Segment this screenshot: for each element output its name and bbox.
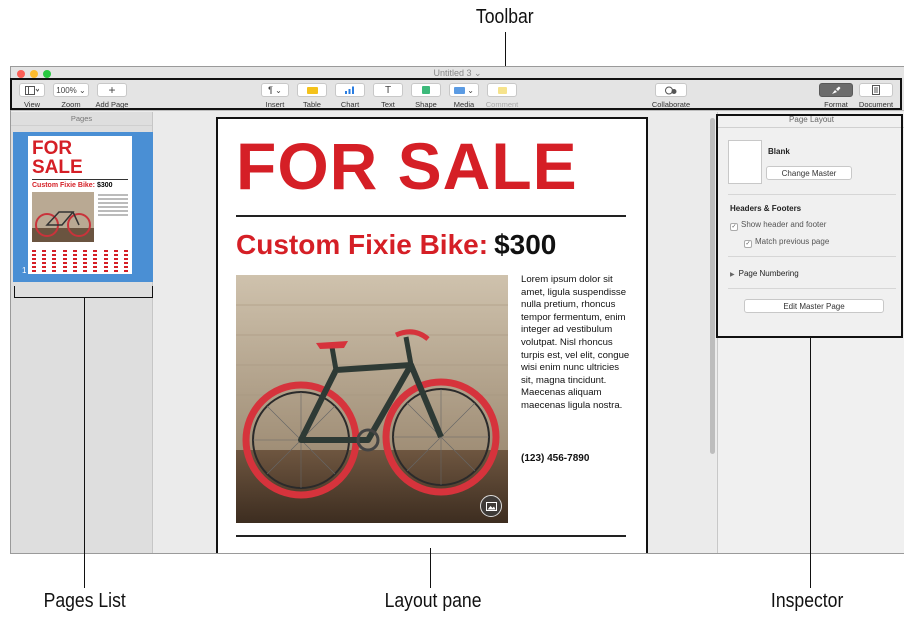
phone-number[interactable]: (123) 456-7890 (521, 453, 589, 464)
title-bar: Untitled 3 ⌄ (11, 67, 904, 81)
add-page-button[interactable]: + (97, 83, 127, 97)
master-name: Blank (768, 147, 790, 156)
page-thumbnail[interactable]: FOR SALE Custom Fixie Bike: $300 (28, 136, 132, 274)
media-button[interactable]: ⌄ (449, 83, 479, 97)
zoom-select[interactable]: 100% ⌄ (53, 83, 89, 97)
separator (728, 194, 896, 195)
layout-pane[interactable]: FOR SALE Custom Fixie Bike: $300 Lorem i… (154, 112, 716, 553)
separator (728, 288, 896, 289)
collaborate-icon (665, 86, 677, 94)
comment-label: Comment (485, 100, 519, 109)
separator (728, 256, 896, 257)
callout-layout-pane: Layout pane (384, 590, 482, 612)
paragraph-icon: ¶ (268, 85, 273, 95)
document-label: Document (858, 100, 894, 109)
callout-pages-list-line (84, 298, 85, 588)
document-icon (872, 85, 880, 95)
headline-rule (236, 215, 626, 217)
pages-list-bracket (14, 286, 153, 298)
comment-button[interactable] (487, 83, 517, 97)
chart-icon (345, 86, 354, 94)
page-numbering-disclosure[interactable]: ▶ Page Numbering (730, 269, 799, 278)
bike-photo[interactable] (236, 275, 508, 523)
table-label: Table (303, 100, 321, 109)
callout-toolbar: Toolbar (475, 6, 534, 28)
image-badge-icon[interactable] (480, 495, 502, 517)
format-brush-icon (832, 86, 841, 94)
table-icon (306, 86, 318, 94)
change-master-button[interactable]: Change Master (766, 166, 852, 180)
callout-layout-pane-line (430, 548, 431, 588)
text-label: Text (381, 100, 395, 109)
document-button[interactable] (859, 83, 893, 97)
thumbnail-subhead: Custom Fixie Bike: $300 (32, 182, 113, 189)
chart-button[interactable] (335, 83, 365, 97)
shape-button[interactable] (411, 83, 441, 97)
page-number: 1 (22, 266, 27, 275)
body-copy[interactable]: Lorem ipsum dolor sit amet, ligula suspe… (521, 274, 633, 413)
view-button[interactable] (19, 83, 45, 97)
match-previous-page-checkbox[interactable]: ✓ Match previous page (744, 237, 829, 248)
document-headline[interactable]: FOR SALE (236, 133, 578, 199)
thumbnail-photo (32, 192, 94, 242)
pages-app-window: Untitled 3 ⌄ View 100% ⌄ Zoom + Add Page… (10, 66, 904, 554)
media-label: Media (453, 100, 475, 109)
view-label: View (23, 100, 41, 109)
insert-button[interactable]: ¶ ⌄ (261, 83, 289, 97)
pages-list-header: Pages (11, 112, 152, 126)
comment-icon (497, 86, 507, 94)
vertical-scrollbar[interactable] (710, 118, 715, 454)
pages-list: Pages FOR SALE Custom Fixie Bike: $300 1 (11, 112, 153, 553)
callout-inspector-line (810, 338, 811, 588)
footer-rule (236, 535, 626, 537)
document-subhead[interactable]: Custom Fixie Bike: $300 (236, 231, 556, 259)
insert-label: Insert (265, 100, 285, 109)
media-icon (454, 86, 466, 94)
table-button[interactable] (297, 83, 327, 97)
document-page[interactable]: FOR SALE Custom Fixie Bike: $300 Lorem i… (216, 117, 648, 553)
window-title[interactable]: Untitled 3 ⌄ (11, 68, 904, 79)
thumbnail-headline: FOR SALE (32, 138, 83, 178)
shape-icon (422, 86, 430, 94)
callout-inspector: Inspector (770, 590, 844, 612)
add-page-label: Add Page (95, 100, 129, 109)
chart-label: Chart (340, 100, 360, 109)
collaborate-button[interactable] (655, 83, 687, 97)
inspector-header: Page Layout (718, 112, 904, 128)
thumbnail-tear-tabs (32, 250, 128, 274)
format-button[interactable] (819, 83, 853, 97)
show-header-footer-checkbox[interactable]: ✓ Show header and footer (730, 220, 826, 231)
sidebar-view-icon (25, 85, 39, 95)
plus-icon: + (108, 83, 116, 97)
master-thumbnail[interactable] (728, 140, 762, 184)
toolbar: View 100% ⌄ Zoom + Add Page ¶ ⌄ Insert T… (11, 81, 904, 111)
disclosure-triangle-icon: ▶ (730, 272, 735, 278)
edit-master-page-button[interactable]: Edit Master Page (744, 299, 884, 313)
collaborate-label: Collaborate (651, 100, 691, 109)
zoom-label: Zoom (61, 100, 81, 109)
text-button[interactable]: T (373, 83, 403, 97)
format-label: Format (824, 100, 848, 109)
callout-pages-list: Pages List (43, 590, 126, 612)
headers-footers-heading: Headers & Footers (730, 204, 802, 213)
shape-label: Shape (415, 100, 437, 109)
text-icon: T (384, 84, 392, 96)
